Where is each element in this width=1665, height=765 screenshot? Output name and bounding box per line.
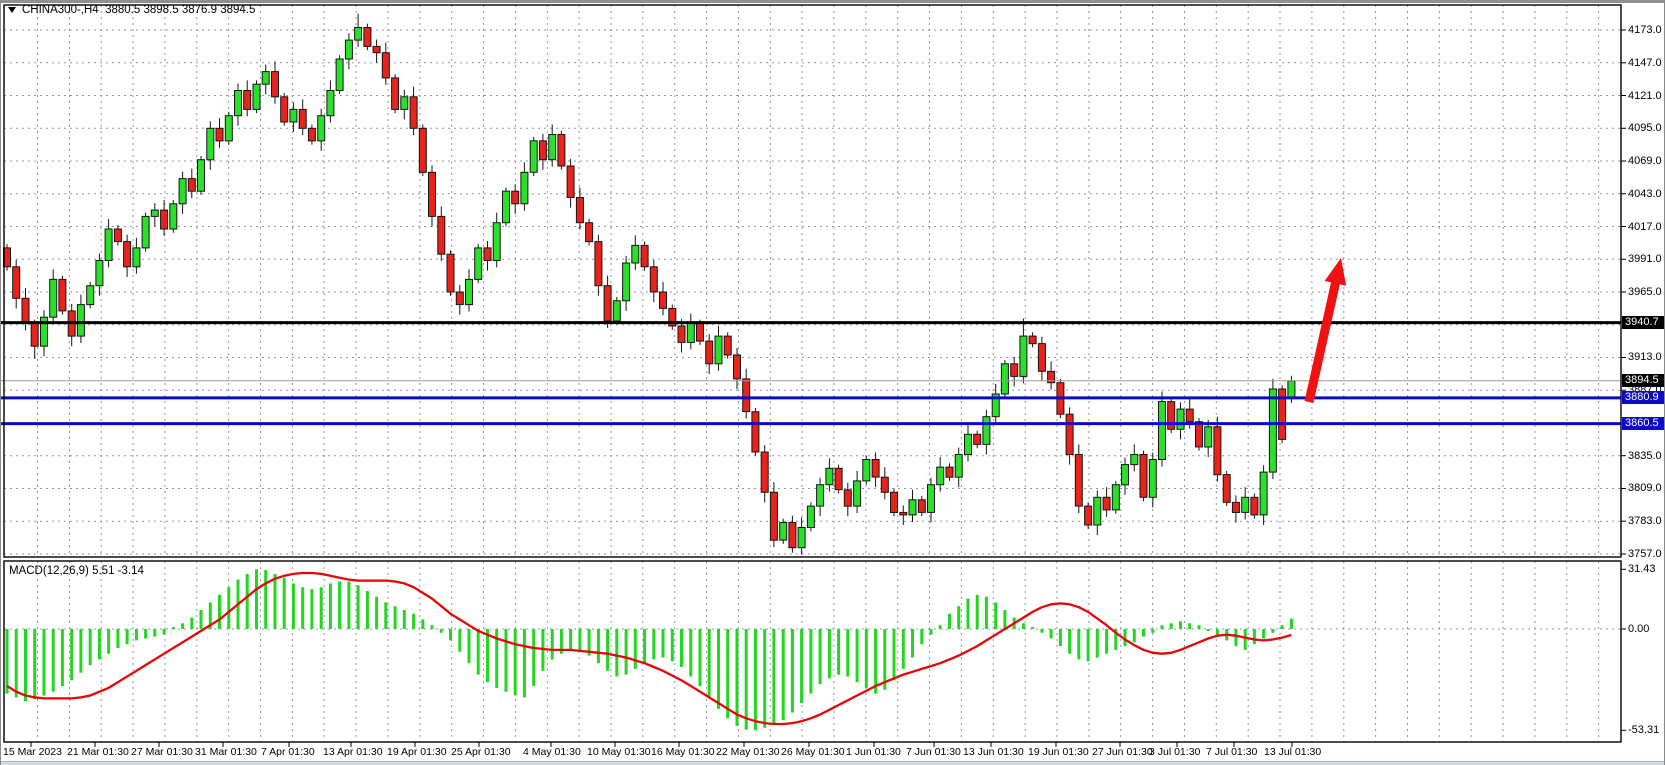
price-axis-tick: 4147.0 (1628, 57, 1662, 69)
price-axis-tick: 3809.0 (1628, 482, 1662, 494)
time-axis-tick: 13 Jul 01:30 (1264, 746, 1321, 758)
time-axis-tick: 31 Mar 01:30 (195, 746, 257, 758)
price-axis-tick: 4017.0 (1628, 221, 1662, 233)
macd-level-label: 31.43 (1628, 563, 1656, 575)
time-axis-tick: 16 May 01:30 (651, 746, 715, 758)
chart-canvas[interactable] (1, 0, 1665, 765)
time-axis-tick: 13 Jun 01:30 (963, 746, 1024, 758)
mt4-chart-window: CHINA300-,H4 3880.5 3898.5 3876.9 3894.5… (0, 0, 1665, 765)
time-axis-tick: 26 May 01:30 (781, 746, 845, 758)
price-badge: 3880.9 (1622, 391, 1665, 404)
price-axis-tick: 3991.0 (1628, 253, 1662, 265)
time-axis-tick: 22 May 01:30 (716, 746, 780, 758)
time-axis-tick: 7 Jul 01:30 (1206, 746, 1257, 758)
price-badge: 3940.7 (1622, 316, 1665, 329)
chart-title-ohlc: 3880.5 3898.5 3876.9 3894.5 (105, 4, 255, 16)
price-axis-tick: 3913.0 (1628, 351, 1662, 363)
time-axis-tick: 15 Mar 2023 (3, 746, 62, 758)
price-badge: 3860.5 (1622, 417, 1665, 430)
price-axis-tick: 3835.0 (1628, 450, 1662, 462)
price-axis-tick: 4121.0 (1628, 90, 1662, 102)
macd-level-label: -53.31 (1628, 724, 1659, 736)
time-axis-tick: 19 Jun 01:30 (1028, 746, 1089, 758)
time-axis-tick: 21 Mar 01:30 (67, 746, 129, 758)
price-axis-tick: 4069.0 (1628, 155, 1662, 167)
time-axis-tick: 3 Jul 01:30 (1149, 746, 1200, 758)
price-axis-tick: 4043.0 (1628, 188, 1662, 200)
price-axis-tick: 3783.0 (1628, 515, 1662, 527)
time-axis-tick: 27 Mar 01:30 (131, 746, 193, 758)
time-axis-tick: 27 Jun 01:30 (1092, 746, 1153, 758)
price-axis-tick: 3757.0 (1628, 548, 1662, 560)
time-axis-tick: 7 Apr 01:30 (261, 746, 315, 758)
chart-title: CHINA300-,H4 3880.5 3898.5 3876.9 3894.5 (8, 4, 255, 16)
window-bottom-edge (1, 761, 1665, 765)
macd-label: MACD(12,26,9) 5.51 -3.14 (9, 565, 144, 577)
price-axis-tick: 3965.0 (1628, 286, 1662, 298)
price-axis-tick: 4095.0 (1628, 122, 1662, 134)
macd-level-label: 0.00 (1628, 623, 1649, 635)
symbol-dropdown-icon[interactable] (8, 7, 16, 13)
time-axis-tick: 7 Jun 01:30 (906, 746, 961, 758)
time-axis-tick: 25 Apr 01:30 (451, 746, 511, 758)
price-axis-tick: 4173.0 (1628, 24, 1662, 36)
time-axis-tick: 13 Apr 01:30 (323, 746, 383, 758)
time-axis-tick: 19 Apr 01:30 (387, 746, 447, 758)
price-badge: 3894.5 (1622, 374, 1665, 387)
time-axis-tick: 1 Jun 01:30 (846, 746, 901, 758)
time-axis-tick: 10 May 01:30 (587, 746, 651, 758)
chart-title-symbol: CHINA300-,H4 (22, 4, 99, 16)
time-axis-tick: 4 May 01:30 (523, 746, 581, 758)
